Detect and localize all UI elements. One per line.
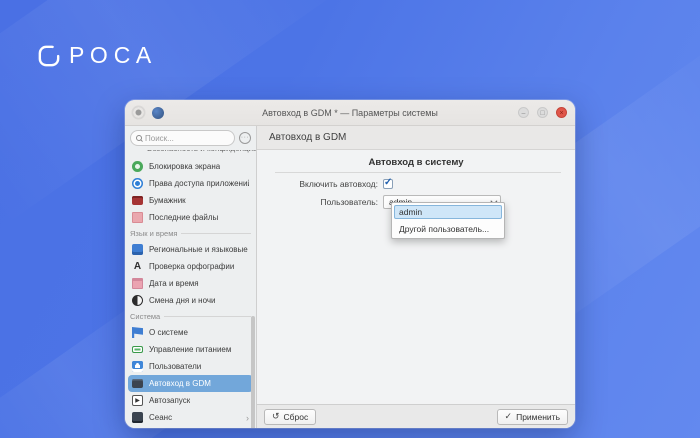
content-pane: Автовход в GDM Автовход в систему Включи…: [257, 126, 575, 428]
datetime-icon: [132, 278, 143, 289]
sidebar-item-power[interactable]: Управление питанием: [128, 341, 253, 358]
page-title: Автовход в GDM: [269, 132, 346, 143]
chevron-right-icon: ›: [246, 413, 249, 423]
sidebar-section-header: Система: [128, 309, 253, 324]
about-icon: [132, 327, 143, 338]
sidebar: Безопасность и конфиденциальность Блокир…: [125, 126, 257, 428]
sidebar-item-label: Управление питанием: [149, 345, 231, 354]
sidebar-item-label: Блокировка экрана: [149, 162, 220, 171]
window-title: Автовход в GDM * — Параметры системы: [125, 108, 575, 118]
gdm-icon: [132, 379, 143, 388]
sidebar-item-gdm-autologin[interactable]: Автовход в GDM: [128, 375, 253, 392]
app-permissions-icon: [132, 178, 143, 189]
lock-screen-icon: [132, 161, 143, 172]
search-input[interactable]: [145, 134, 229, 143]
maximize-button[interactable]: □: [537, 107, 548, 118]
user-label: Пользователь:: [257, 197, 383, 207]
power-icon: [132, 346, 143, 353]
sidebar-item-label: Последние файлы: [149, 213, 218, 222]
sidebar-section-label: Язык и время: [130, 229, 177, 238]
autostart-icon: ▶: [132, 395, 143, 406]
more-options-icon[interactable]: [239, 132, 251, 144]
sidebar-item-recent-files[interactable]: Последние файлы: [128, 209, 253, 226]
enable-autologin-label: Включить автовход:: [257, 179, 383, 189]
sidebar-item-users[interactable]: Пользователи: [128, 358, 253, 375]
content-header: Автовход в GDM: [257, 126, 575, 150]
wallet-icon: [132, 196, 143, 205]
reset-button[interactable]: ↺ Сброс: [264, 409, 316, 425]
desktop: РОСА Автовход в GDM * — Параметры систем…: [0, 0, 700, 438]
checkmark-icon: ✓: [384, 177, 392, 188]
sidebar-item-label: Автовход в GDM: [149, 379, 211, 388]
footer-bar: ↺ Сброс ✓ Применить: [257, 404, 575, 428]
session-icon: [132, 412, 143, 423]
sidebar-item-datetime[interactable]: Дата и время: [128, 275, 253, 292]
sidebar-section-header: Язык и время: [128, 226, 253, 241]
sidebar-item-app-permissions[interactable]: Права доступа приложений: [128, 175, 253, 192]
minimize-button[interactable]: –: [518, 107, 529, 118]
users-icon: [132, 361, 143, 372]
section-divider: [164, 316, 251, 317]
sidebar-section-label: Система: [130, 312, 160, 321]
form-title: Автовход в систему: [257, 150, 575, 168]
rosa-logo-text: РОСА: [69, 42, 157, 69]
sidebar-scrollbar[interactable]: [251, 316, 255, 428]
sidebar-item-label: Проверка орфографии: [149, 262, 234, 271]
sidebar-item-label: Региональные и языковые ...: [149, 245, 249, 254]
enable-autologin-checkbox[interactable]: ✓: [383, 179, 393, 189]
user-dropdown-popup: admin Другой пользователь...: [391, 202, 505, 239]
recent-files-icon: [132, 212, 143, 223]
sidebar-list: Блокировка экрана Права доступа приложени…: [125, 158, 256, 428]
regional-icon: [132, 244, 143, 255]
daynight-icon: [132, 295, 143, 306]
search-icon: [136, 135, 142, 141]
dropdown-option-0[interactable]: admin: [394, 205, 502, 219]
apply-icon: ✓: [505, 411, 513, 422]
sidebar-item-label: Дата и время: [149, 279, 199, 288]
sidebar-item-regional[interactable]: Региональные и языковые ...: [128, 241, 253, 258]
dropdown-option-1[interactable]: Другой пользователь...: [394, 222, 502, 236]
sidebar-item-autostart[interactable]: ▶ Автозапуск: [128, 392, 253, 409]
sidebar-item-label: Автозапуск: [149, 396, 190, 405]
sidebar-item-wallet[interactable]: Бумажник: [128, 192, 253, 209]
rosa-logo: РОСА: [38, 42, 157, 69]
section-divider: [181, 233, 251, 234]
close-button[interactable]: ×: [556, 107, 567, 118]
sidebar-item-session[interactable]: Сеанс ›: [128, 409, 253, 426]
sidebar-item-label: Бумажник: [149, 196, 186, 205]
sidebar-item-label: Права доступа приложений: [149, 179, 249, 188]
window-menu-gear-icon[interactable]: [133, 107, 144, 118]
reset-icon: ↺: [272, 411, 280, 422]
spellcheck-icon: A: [132, 261, 143, 272]
settings-window: Автовход в GDM * — Параметры системы – □…: [125, 100, 575, 428]
sidebar-item-label: О системе: [149, 328, 188, 337]
sidebar-item-clipped[interactable]: Безопасность и конфиденциальность: [125, 150, 256, 158]
form-separator: [275, 172, 561, 173]
sidebar-item-spellcheck[interactable]: A Проверка орфографии: [128, 258, 253, 275]
rosa-logo-icon: [38, 45, 60, 67]
titlebar[interactable]: Автовход в GDM * — Параметры системы – □…: [125, 100, 575, 126]
autologin-form: Автовход в систему Включить автовход: ✓ …: [257, 150, 575, 404]
app-icon: [152, 107, 164, 119]
apply-button[interactable]: ✓ Применить: [497, 409, 568, 425]
sidebar-item-label: Сеанс: [149, 413, 172, 422]
search-box[interactable]: [130, 130, 235, 146]
sidebar-item-label: Пользователи: [149, 362, 201, 371]
sidebar-item-about[interactable]: О системе: [128, 324, 253, 341]
sidebar-item-day-night[interactable]: Смена дня и ночи: [128, 292, 253, 309]
sidebar-item-label: Смена дня и ночи: [149, 296, 215, 305]
sidebar-item-lock-screen[interactable]: Блокировка экрана: [128, 158, 253, 175]
